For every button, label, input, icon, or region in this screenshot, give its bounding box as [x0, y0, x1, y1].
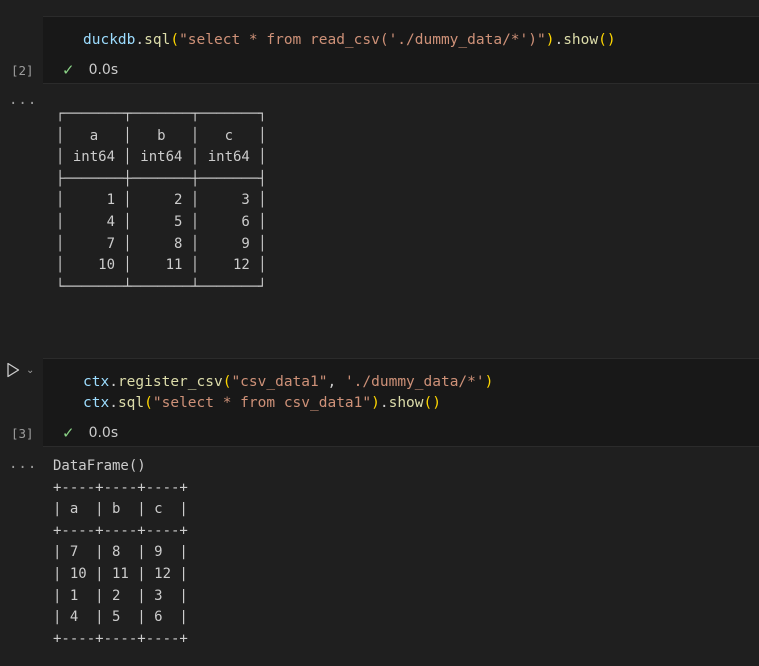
run-cell-button[interactable]: ⌄	[6, 362, 34, 378]
code-token: './dummy_data/*'	[344, 374, 485, 390]
output-line: │ int64 │ int64 │ int64 │	[56, 149, 267, 166]
output-line: DataFrame()	[53, 458, 146, 474]
output-line: │ a │ b │ c │	[56, 127, 267, 144]
code-token: (	[170, 32, 180, 48]
output-line: | 1 | 2 | 3 |	[53, 587, 188, 604]
output-line: │ 1 │ 2 │ 3 │	[56, 192, 267, 209]
execution-time: 0.0s	[88, 425, 119, 441]
checkmark-icon: ✓	[62, 61, 75, 79]
code-token: .	[135, 32, 145, 48]
code-cell-3[interactable]: ctx.register_csv("csv_data1", './dummy_d…	[43, 358, 759, 447]
output-line: +----+----+----+	[53, 522, 188, 539]
output-menu-button[interactable]: ...	[9, 92, 37, 108]
execution-count: [3]	[11, 426, 34, 441]
code-token: .	[554, 32, 564, 48]
code-token: .	[109, 395, 118, 411]
code-cell-2[interactable]: duckdb.sql("select * from read_csv('./du…	[43, 16, 759, 84]
code-token: "select * from csv_data1"	[152, 395, 372, 411]
code-token: sql	[144, 32, 171, 48]
execution-status: ✓ 0.0s	[62, 61, 118, 79]
output-line: | 10 | 11 | 12 |	[53, 565, 188, 582]
output-line: ├───────┼───────┼───────┤	[56, 170, 267, 187]
code-token: .	[379, 395, 389, 411]
output-line: +----+----+----+	[53, 630, 188, 647]
execution-time: 0.0s	[88, 62, 119, 78]
code-token: .	[109, 374, 118, 390]
output-line: │ 7 │ 8 │ 9 │	[56, 235, 267, 252]
output-line: │ 10 │ 11 │ 12 │	[56, 257, 267, 274]
output-line: └───────┴───────┴───────┘	[56, 278, 267, 295]
play-icon[interactable]	[6, 362, 20, 378]
code-token: )	[484, 374, 494, 390]
cell-output: DataFrame() +----+----+----+ | a | b | c |…	[53, 456, 188, 650]
code-token: ctx	[83, 395, 110, 411]
cell-output: ┌───────┬───────┬───────┐ │ a │ b │ c │ │ …	[56, 104, 267, 298]
code-token: )	[371, 395, 380, 411]
code-token: show	[563, 32, 599, 48]
output-line: ┌───────┬───────┬───────┐	[56, 106, 267, 122]
output-line: +----+----+----+	[53, 479, 188, 496]
code-token: sql	[117, 395, 145, 411]
notebook: duckdb.sql("select * from read_csv('./du…	[0, 0, 759, 666]
code-token: ,	[327, 374, 345, 390]
code-line: ctx.register_csv("csv_data1", './dummy_d…	[83, 372, 493, 393]
code-token: ()	[423, 395, 441, 411]
code-editor[interactable]: duckdb.sql("select * from read_csv('./du…	[83, 30, 616, 51]
code-token: "select * from read_csv('./dummy_data/*'…	[179, 32, 546, 48]
code-token: show	[388, 395, 424, 411]
output-line: | 7 | 8 | 9 |	[53, 544, 188, 561]
code-token: "csv_data1"	[231, 374, 328, 390]
output-menu-button[interactable]: ...	[9, 456, 37, 472]
code-token: (	[144, 395, 153, 411]
chevron-down-icon[interactable]: ⌄	[26, 365, 34, 376]
code-editor[interactable]: ctx.register_csv("csv_data1", './dummy_d…	[83, 372, 493, 414]
output-line: | a | b | c |	[53, 501, 188, 518]
execution-count: [2]	[11, 63, 34, 78]
code-token: ctx	[83, 374, 110, 390]
code-token: duckdb	[83, 32, 136, 48]
output-line: │ 4 │ 5 │ 6 │	[56, 213, 267, 230]
checkmark-icon: ✓	[62, 424, 75, 442]
code-token: register_csv	[117, 374, 223, 390]
code-token: ()	[598, 32, 616, 48]
output-line: | 4 | 5 | 6 |	[53, 609, 188, 626]
code-line: duckdb.sql("select * from read_csv('./du…	[83, 30, 616, 51]
execution-status: ✓ 0.0s	[62, 424, 118, 442]
code-line: ctx.sql("select * from csv_data1").show(…	[83, 393, 493, 414]
